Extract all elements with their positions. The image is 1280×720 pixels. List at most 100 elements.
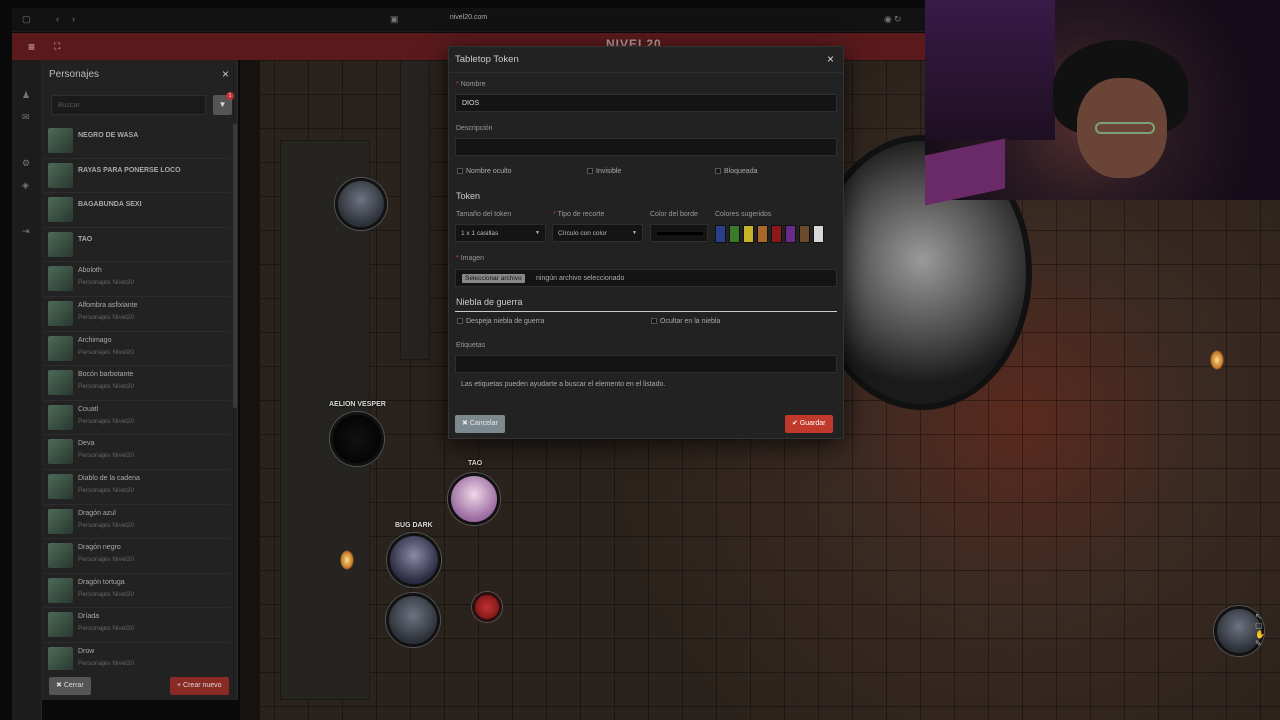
select-file-button[interactable]: Seleccionar archivo [462, 274, 525, 283]
scrollbar[interactable] [233, 124, 237, 408]
avatar [48, 300, 73, 326]
dice-token[interactable] [472, 592, 502, 622]
list-item[interactable]: Bocón barbotante Personajes Nivel20 [44, 366, 230, 401]
size-select[interactable]: 1 x 1 casillas ▼ [455, 224, 546, 242]
character-source: Personajes Nivel20 [78, 452, 135, 460]
checkbox-label: Invisible [596, 168, 622, 175]
image-label: * Imagen [456, 255, 485, 262]
color-swatch[interactable] [757, 225, 768, 243]
layer-icon[interactable]: ▢ [1255, 621, 1269, 630]
filter-badge: 1 [226, 92, 234, 100]
cancel-label: Cancelar [469, 420, 498, 427]
size-value: 1 x 1 casillas [461, 230, 499, 237]
list-item[interactable]: Aboloth Personajes Nivel20 [44, 262, 230, 297]
color-swatch[interactable] [729, 225, 740, 243]
image-file-input[interactable]: Seleccionar archivo ningún archivo selec… [455, 269, 837, 287]
torch [1210, 350, 1224, 370]
description-input[interactable] [455, 138, 837, 156]
address-bar[interactable]: nivel20.com [12, 14, 925, 21]
save-button[interactable]: ✔ Guardar [785, 415, 833, 433]
name-input[interactable]: DIOS [455, 94, 837, 112]
character-name: Dragón azul [78, 509, 116, 517]
fog-section-title: Niebla de guerra [456, 297, 523, 307]
list-item[interactable]: Couatl Personajes Nivel20 [44, 401, 230, 436]
hand-icon[interactable]: ✋ [1255, 630, 1269, 639]
list-item[interactable]: Dragón negro Personajes Nivel20 [44, 539, 230, 574]
list-item[interactable]: Archimago Personajes Nivel20 [44, 332, 230, 367]
character-source: Personajes Nivel20 [78, 659, 135, 667]
characters-icon[interactable]: ♟ [22, 90, 30, 101]
avatar [48, 197, 73, 223]
map-token-bug-dark[interactable] [387, 533, 441, 587]
list-item[interactable]: Dragón tortuga Personajes Nivel20 [44, 574, 230, 609]
map-token-tao[interactable] [448, 473, 500, 525]
list-item[interactable]: Dragón azul Personajes Nivel20 [44, 505, 230, 540]
character-name: NEGRO DE WASA [78, 132, 139, 139]
character-name: BAGABUNDA SEXI [78, 201, 142, 209]
list-item[interactable]: tao [44, 228, 230, 263]
crop-select[interactable]: Círculo con color ▼ [552, 224, 643, 242]
character-list: NEGRO DE WASA RAYAS PARA PONERSE LOCO BAGA… [44, 124, 230, 670]
hide-in-fog-checkbox[interactable]: Ocultar en la niebla [651, 318, 720, 325]
fullscreen-icon[interactable]: ⛶ [54, 41, 60, 52]
close-panel-button[interactable]: ✖ Cerrar [49, 677, 91, 695]
cancel-button[interactable]: ✖ Cancelar [455, 415, 505, 433]
map-token-aelion[interactable] [330, 412, 384, 466]
color-swatch[interactable] [771, 225, 782, 243]
list-item[interactable]: Diablo de la cadena Personajes Nivel20 [44, 470, 230, 505]
character-source: Personajes Nivel20 [78, 348, 135, 356]
avatar [48, 370, 73, 396]
map-token[interactable] [386, 593, 440, 647]
tags-input[interactable] [455, 355, 837, 373]
pencil-icon[interactable]: ✎ [1255, 639, 1269, 648]
map-icon[interactable]: ◈ [22, 180, 29, 191]
close-icon[interactable]: × [827, 52, 834, 66]
dialog-header: Tabletop Token × [449, 47, 843, 73]
map-token[interactable] [335, 178, 387, 230]
border-color-preview [657, 232, 703, 235]
create-new-button[interactable]: + Crear nuevo [170, 677, 229, 695]
hidden-name-checkbox[interactable]: Nombre oculto [457, 168, 512, 175]
clear-fog-checkbox[interactable]: Despeja niebla de guerra [457, 318, 544, 325]
character-source: Personajes Nivel20 [78, 521, 135, 529]
object [925, 138, 1005, 206]
color-swatch[interactable] [715, 225, 726, 243]
invisible-checkbox[interactable]: Invisible [587, 168, 621, 175]
image-label-text: Imagen [460, 255, 485, 262]
list-item[interactable]: Dríada Personajes Nivel20 [44, 608, 230, 643]
reload-icon[interactable]: ↻ [894, 14, 904, 24]
list-item[interactable]: BAGABUNDA SEXI [44, 193, 230, 228]
color-swatch[interactable] [743, 225, 754, 243]
list-item[interactable]: RAYAS PARA PONERSE LOCO [44, 159, 230, 194]
crop-label: * Tipo de recorte [553, 211, 605, 218]
character-source: Personajes Nivel20 [78, 556, 135, 564]
color-swatch[interactable] [799, 225, 810, 243]
audio-icon[interactable]: ◉ [884, 14, 894, 24]
settings-icon[interactable]: ⚙ [22, 158, 30, 169]
crop-label-text: Tipo de recorte [557, 211, 605, 218]
character-name: Drow [78, 647, 95, 655]
pointer-icon[interactable]: ↖ [1255, 612, 1269, 621]
list-item[interactable]: Deva Personajes Nivel20 [44, 435, 230, 470]
list-item[interactable]: NEGRO DE WASA [44, 124, 230, 159]
close-icon[interactable]: × [222, 67, 229, 81]
menu-icon[interactable]: ≡ [28, 40, 35, 54]
avatar [48, 473, 73, 499]
chat-icon[interactable]: ✉ [22, 112, 30, 123]
character-source: Personajes Nivel20 [78, 590, 135, 598]
background-wall [925, 0, 1055, 140]
save-label: Guardar [799, 420, 826, 427]
characters-panel: Personajes × Buscar ▼ 1 NEGRO DE WASA RAY… [42, 60, 238, 700]
list-item[interactable]: Alfombra asfixiante Personajes Nivel20 [44, 297, 230, 332]
border-color-picker[interactable] [650, 224, 708, 242]
suggested-colors-label: Colores sugeridos [715, 211, 772, 218]
character-name: Dragón tortuga [78, 578, 125, 586]
exit-icon[interactable]: ⇥ [22, 226, 30, 237]
token-label: BUG DARK [395, 522, 433, 529]
locked-checkbox[interactable]: Bloqueada [715, 168, 757, 175]
list-item[interactable]: Drow Personajes Nivel20 [44, 643, 230, 670]
avatar [48, 577, 73, 603]
search-input[interactable]: Buscar [51, 95, 206, 115]
color-swatch[interactable] [785, 225, 796, 243]
color-swatch[interactable] [813, 225, 824, 243]
